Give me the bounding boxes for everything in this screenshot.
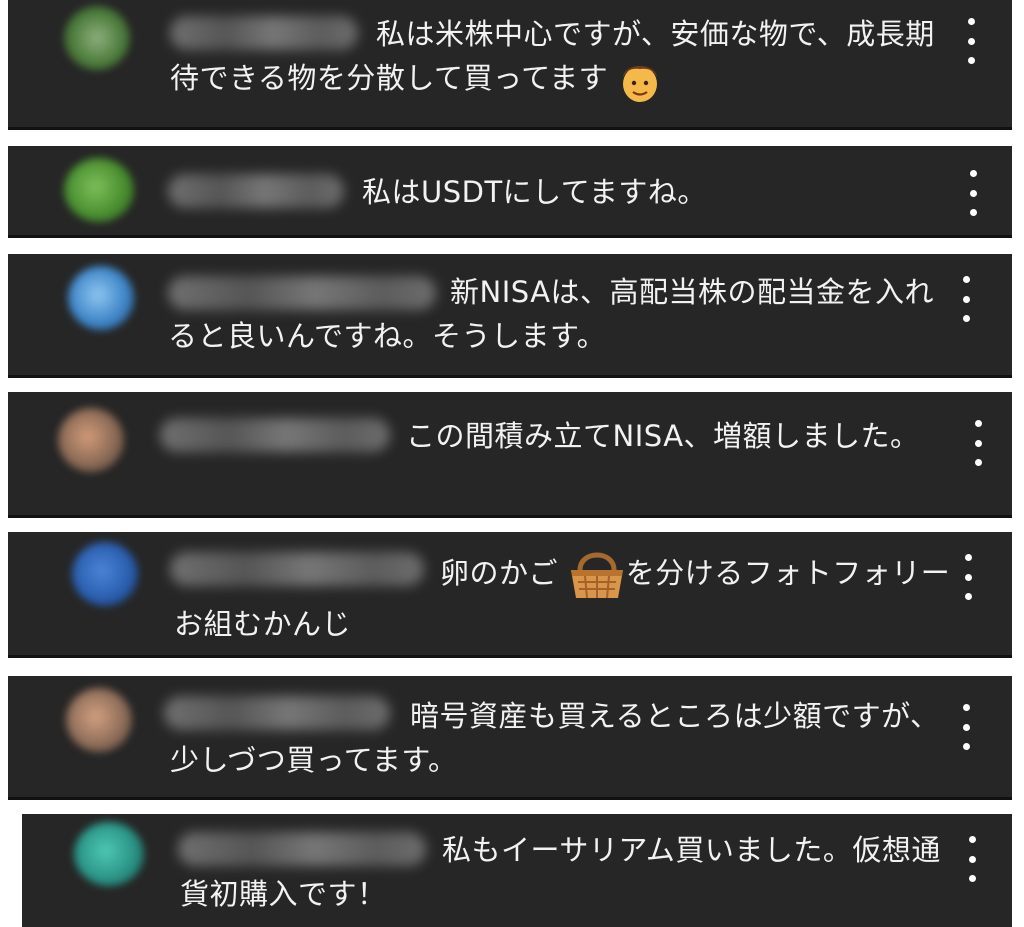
comment-text-after: を分けるフォトフォリーお組むかんじ bbox=[174, 556, 951, 641]
avatar[interactable] bbox=[74, 822, 144, 886]
comment-item: 新NISAは、高配当株の配当金を入れると良いんですね。そうします。 bbox=[8, 254, 1012, 378]
comment-text-content: 私は米株中心ですが、安価な物で、成長期待できる物を分散して買ってます bbox=[170, 17, 935, 95]
comment-item: 私は米株中心ですが、安価な物で、成長期待できる物を分散して買ってます bbox=[8, 0, 1012, 130]
more-options-icon[interactable] bbox=[966, 420, 990, 466]
more-options-icon[interactable] bbox=[956, 554, 980, 600]
comment-text-content: 暗号資産も買えるところは少額ですが、少しづつ買ってます。 bbox=[170, 699, 940, 777]
comment-item: この間積み立てNISA、増額しました。 bbox=[8, 392, 1012, 518]
username-blurred[interactable] bbox=[168, 174, 344, 208]
basket-emoji-icon bbox=[568, 548, 626, 602]
comment-text-content: 新NISAは、高配当株の配当金を入れると良いんですね。そうします。 bbox=[168, 275, 935, 353]
comment-item: 暗号資産も買えるところは少額ですが、少しづつ買ってます。 bbox=[8, 676, 1012, 800]
comment-text: この間積み立てNISA、増額しました。 bbox=[160, 414, 930, 458]
comment-text-content: この間積み立てNISA、増額しました。 bbox=[406, 419, 920, 453]
comment-item: 私もイーサリアム買いました。仮想通貨初購入です！ bbox=[22, 814, 1012, 927]
avatar[interactable] bbox=[68, 266, 134, 330]
man-emoji-icon bbox=[618, 56, 662, 104]
comment-item: 卵のかご を分けるフォトフォリーお組むかんじ bbox=[8, 532, 1012, 658]
avatar[interactable] bbox=[58, 408, 124, 472]
avatar[interactable] bbox=[64, 158, 134, 222]
comment-text: 新NISAは、高配当株の配当金を入れると良いんですね。そうします。 bbox=[168, 270, 958, 358]
more-options-icon[interactable] bbox=[954, 276, 978, 322]
comment-text: 暗号資産も買えるところは少額ですが、少しづつ買ってます。 bbox=[170, 694, 950, 782]
more-options-icon[interactable] bbox=[954, 704, 978, 750]
more-options-icon[interactable] bbox=[959, 18, 983, 64]
comment-text-content: 私はUSDTにしてますね。 bbox=[362, 175, 707, 209]
more-options-icon[interactable] bbox=[960, 836, 984, 882]
comment-item: 私はUSDTにしてますね。 bbox=[8, 146, 1012, 238]
comment-text-content: 私もイーサリアム買いました。仮想通貨初購入です！ bbox=[180, 833, 941, 911]
comment-text-before: 卵のかご bbox=[440, 556, 559, 590]
more-options-icon[interactable] bbox=[961, 170, 985, 216]
avatar[interactable] bbox=[72, 542, 138, 606]
comment-text: 私もイーサリアム買いました。仮想通貨初購入です！ bbox=[180, 828, 950, 916]
comment-text: 卵のかご を分けるフォトフォリーお組むかんじ bbox=[174, 548, 954, 646]
avatar[interactable] bbox=[64, 6, 130, 70]
comment-text: 私はUSDTにしてますね。 bbox=[362, 170, 922, 214]
avatar[interactable] bbox=[66, 688, 132, 752]
comment-text: 私は米株中心ですが、安価な物で、成長期待できる物を分散して買ってます bbox=[170, 12, 950, 104]
